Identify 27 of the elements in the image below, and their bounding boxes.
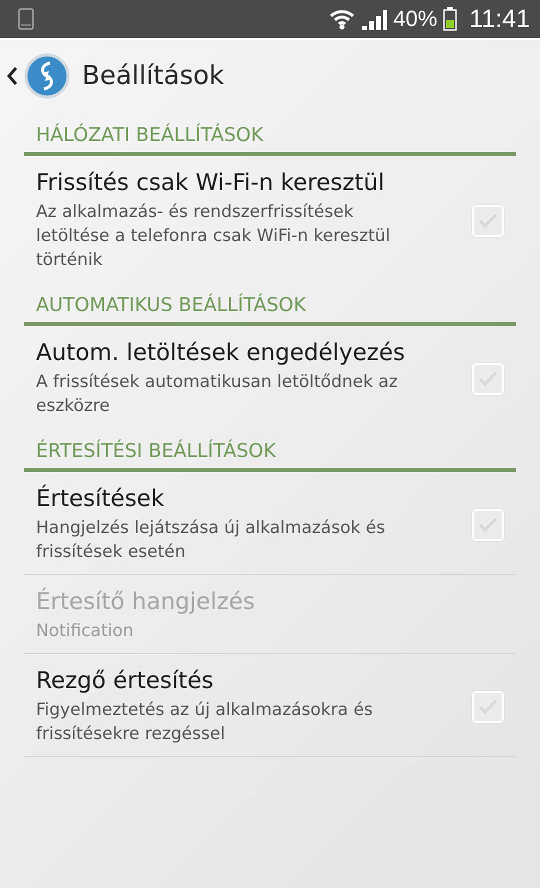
setting-title: Értesítő hangjelzés — [36, 589, 256, 615]
battery-percent: 40% — [393, 6, 438, 32]
setting-title: Értesítések — [36, 486, 166, 512]
back-button[interactable] — [6, 66, 18, 86]
checkbox[interactable] — [472, 509, 504, 541]
setting-title: Frissítés csak Wi-Fi-n keresztül — [36, 170, 386, 196]
checkbox[interactable] — [472, 691, 504, 723]
section-header: HÁLÓZATI BEÁLLÍTÁSOK — [24, 120, 516, 156]
checkbox[interactable] — [472, 363, 504, 395]
screen-title: Beállítások — [82, 61, 224, 91]
setting-summary: Figyelmeztetés az új alkalmazásokra és frissítésekre rezgéssel — [36, 699, 374, 746]
phone-icon — [18, 8, 34, 30]
setting-summary: Az alkalmazás- és rendszerfrissítések letöltése a telefonra csak WiFi-n keresztül történik — [36, 201, 392, 272]
app-logo — [24, 53, 70, 99]
setting-title: Autom. letöltések engedélyezés — [36, 340, 406, 366]
section-header: ÉRTESÍTÉSI BEÁLLÍTÁSOK — [24, 436, 516, 472]
setting-summary: A frissítések automatikusan letöltődnek az eszközre — [36, 371, 399, 418]
chevron-icon — [6, 66, 18, 86]
setting-title: Rezgő értesítés — [36, 668, 214, 694]
signal-icon — [361, 8, 388, 30]
battery-icon — [443, 7, 458, 31]
section-header: AUTOMATIKUS BEÁLLÍTÁSOK — [24, 290, 516, 326]
setting-summary: Notification — [36, 620, 135, 643]
setting-summary: Hangjelzés lejátszása új alkalmazások és frissítések esetén — [36, 517, 386, 564]
clock: 11:41 — [469, 4, 530, 34]
checkbox[interactable] — [472, 205, 504, 237]
wifi-icon — [329, 8, 356, 30]
